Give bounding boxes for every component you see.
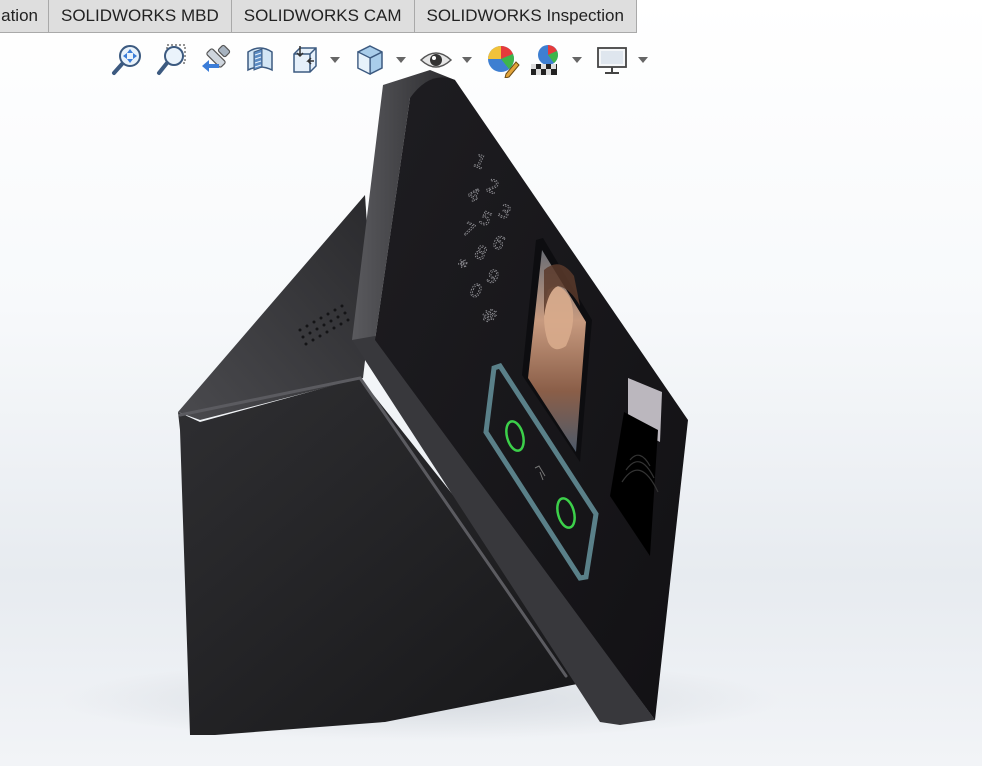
chevron-down-icon	[638, 57, 648, 63]
section-view-button[interactable]	[240, 40, 280, 80]
tab-simulation[interactable]: ation	[0, 0, 49, 33]
chevron-down-icon	[572, 57, 582, 63]
edit-appearance-button[interactable]	[482, 40, 522, 80]
apply-scene-icon	[531, 45, 558, 75]
zoom-to-fit-button[interactable]	[108, 40, 148, 80]
hide-show-items-button[interactable]	[416, 40, 456, 80]
chevron-down-icon	[330, 57, 340, 63]
hide-show-items-icon	[419, 52, 453, 68]
previous-view-button[interactable]	[196, 40, 236, 80]
display-style-icon	[357, 45, 383, 75]
display-style-button[interactable]	[350, 40, 390, 80]
view-settings-dropdown[interactable]	[636, 40, 650, 80]
tab-solidworks-mbd[interactable]: SOLIDWORKS MBD	[49, 0, 232, 33]
apply-scene-dropdown[interactable]	[570, 40, 584, 80]
command-manager-tabs: ation SOLIDWORKS MBD SOLIDWORKS CAM SOLI…	[0, 0, 982, 35]
graphics-area[interactable]	[0, 80, 982, 766]
zoom-to-fit-icon	[112, 45, 141, 75]
view-orientation-icon	[293, 46, 317, 73]
view-orientation-button[interactable]	[284, 40, 324, 80]
tab-solidworks-inspection[interactable]: SOLIDWORKS Inspection	[414, 0, 637, 33]
zoom-to-area-button[interactable]	[152, 40, 192, 80]
previous-view-icon	[202, 44, 231, 72]
chevron-down-icon	[396, 57, 406, 63]
zoom-to-area-icon	[157, 44, 186, 75]
view-settings-icon	[597, 47, 627, 74]
view-settings-button[interactable]	[592, 40, 632, 80]
tabstrip-empty	[637, 0, 982, 35]
heads-up-view-toolbar	[108, 40, 654, 80]
view-orientation-dropdown[interactable]	[328, 40, 342, 80]
chevron-down-icon	[462, 57, 472, 63]
section-view-icon	[247, 47, 273, 72]
display-style-dropdown[interactable]	[394, 40, 408, 80]
hide-show-items-dropdown[interactable]	[460, 40, 474, 80]
tab-solidworks-cam[interactable]: SOLIDWORKS CAM	[231, 0, 415, 33]
apply-scene-button[interactable]	[526, 40, 566, 80]
edit-appearance-icon	[488, 46, 520, 78]
